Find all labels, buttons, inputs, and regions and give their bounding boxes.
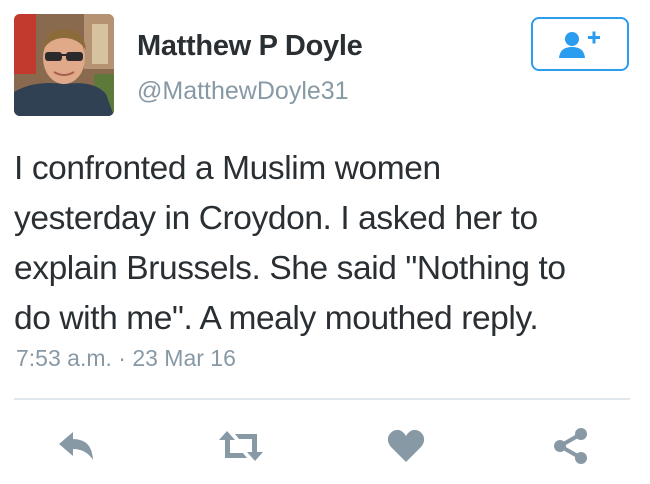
tweet-text-line: I confronted a Muslim women <box>14 150 441 187</box>
share-button[interactable] <box>541 418 601 474</box>
reply-icon <box>59 432 93 460</box>
add-user-icon <box>559 31 600 58</box>
profile-photo-icon <box>14 14 114 116</box>
tweet-card: Matthew P Doyle @MatthewDoyle31 I confro… <box>0 0 650 484</box>
heart-icon <box>387 429 425 462</box>
like-button[interactable] <box>376 418 436 474</box>
tweet-text: I confronted a Muslim women yesterday in… <box>14 144 639 344</box>
reply-button[interactable] <box>46 418 106 474</box>
share-icon <box>554 428 587 464</box>
divider <box>14 398 630 400</box>
retweet-button[interactable] <box>211 418 271 474</box>
display-name[interactable]: Matthew P Doyle <box>137 30 363 63</box>
avatar[interactable] <box>14 14 114 116</box>
user-handle[interactable]: @MatthewDoyle31 <box>137 77 349 106</box>
tweet-text-line: explain Brussels. She said "Nothing to <box>14 250 566 287</box>
retweet-icon <box>219 431 263 461</box>
tweet-text-line: yesterday in Croydon. I asked her to <box>14 200 538 237</box>
tweet-timestamp[interactable]: 7:53 a.m. · 23 Mar 16 <box>16 345 236 372</box>
tweet-text-line: do with me". A mealy mouthed reply. <box>14 300 539 337</box>
follow-button[interactable] <box>531 17 629 71</box>
